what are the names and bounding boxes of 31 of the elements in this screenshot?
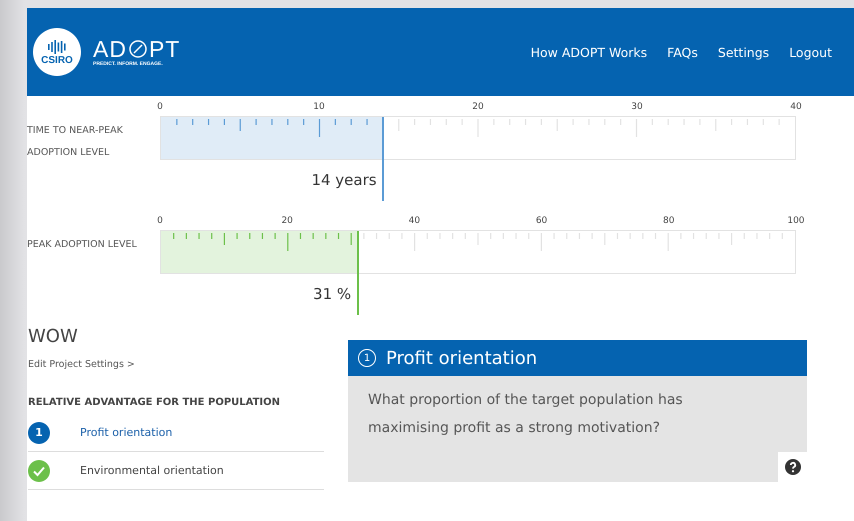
scale-number: 80 (662, 216, 676, 228)
nav-link[interactable]: Logout (789, 44, 832, 60)
project-name: WOW (28, 326, 79, 347)
meter-reading: 31 % (313, 285, 352, 303)
scale-number: 30 (630, 102, 644, 114)
nav-link[interactable]: How ADOPT Works (530, 44, 648, 60)
question-number: 1 (358, 349, 376, 367)
scale-number: 0 (156, 216, 164, 228)
meter-reading: 14 years (311, 171, 377, 189)
question-title: Profit orientation (386, 348, 538, 368)
scale-number: 100 (786, 216, 806, 228)
step-number-badge: 1 (28, 422, 50, 444)
scale-number: 10 (312, 102, 326, 114)
scale-number: 40 (789, 102, 803, 114)
nav-link[interactable]: Settings (718, 44, 770, 60)
nav-link[interactable]: FAQs (667, 44, 698, 60)
scale-number: 20 (280, 216, 294, 228)
product-name: AD PT (93, 37, 180, 61)
scale-number: 60 (534, 216, 548, 228)
scale-number: 40 (408, 216, 422, 228)
question-text: What proportion of the target population has maximising profit as a strong motivation? (368, 391, 684, 438)
meter-label: TIME TO NEAR-PEAK ADOPTION LEVEL (27, 124, 124, 160)
scale-number: 0 (156, 102, 164, 114)
scale-number: 20 (471, 102, 485, 114)
edit-settings-link[interactable]: Edit Project Settings > (28, 359, 135, 370)
bars-icon (47, 38, 67, 54)
help-icon[interactable] (784, 459, 800, 475)
logo-text: CSIRO (41, 54, 73, 66)
slashed-circle-icon (128, 39, 148, 59)
section-title: RELATIVE ADVANTAGE FOR THE POPULATION (28, 397, 282, 408)
meter-label: PEAK ADOPTION LEVEL (27, 238, 138, 252)
